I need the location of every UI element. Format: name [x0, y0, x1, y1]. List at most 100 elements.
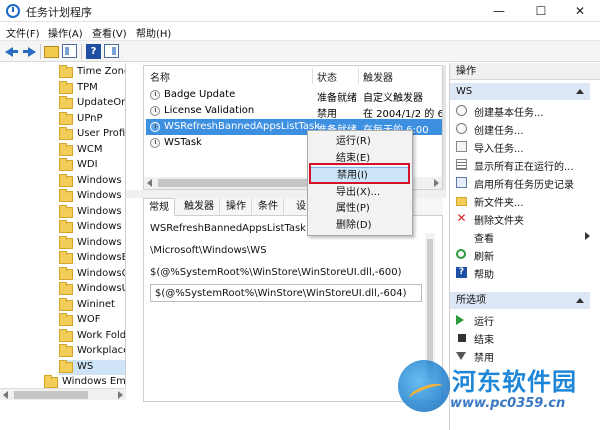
- scroll-thumb[interactable]: [14, 391, 88, 399]
- action-import-task[interactable]: 导入任务...: [456, 138, 592, 155]
- folder-icon: [59, 298, 73, 311]
- scroll-right-icon[interactable]: [118, 391, 123, 399]
- context-menu-export[interactable]: 导出(X)...: [310, 185, 410, 201]
- tree-item[interactable]: WOF: [59, 313, 125, 328]
- toolbar: ?: [0, 40, 600, 62]
- tree-item[interactable]: WCM: [59, 143, 125, 158]
- folder-icon: [59, 282, 73, 295]
- back-arrow-icon[interactable]: [4, 44, 20, 59]
- tree-item[interactable]: UPnP: [59, 112, 125, 127]
- folder-icon: [59, 143, 73, 156]
- close-button[interactable]: ✕: [560, 0, 600, 22]
- highlight-annotation-box: [309, 163, 410, 184]
- task-row[interactable]: License Validation 禁用 在 2004/1/2 的 6:0: [146, 103, 442, 120]
- task-author-field: $(@%SystemRoot%\WinStore\WinStoreUI.dll,…: [150, 267, 402, 278]
- actions-group-ws[interactable]: WS: [450, 83, 590, 100]
- clock-icon: [456, 123, 467, 134]
- stop-icon: [458, 334, 466, 342]
- task-list-vertical-scrollbar[interactable]: [443, 65, 446, 190]
- menu-action[interactable]: 操作(A): [48, 25, 83, 40]
- context-menu-delete[interactable]: 删除(D): [310, 218, 410, 234]
- folder-icon: [59, 205, 73, 218]
- scroll-thumb[interactable]: [158, 179, 308, 187]
- action-show-running[interactable]: 显示所有正在运行的...: [456, 156, 592, 173]
- folder-icon: [59, 251, 73, 264]
- maximize-button[interactable]: ☐: [521, 0, 561, 22]
- action-new-folder[interactable]: 新文件夹...: [456, 192, 592, 209]
- window-title: 任务计划程序: [26, 6, 92, 19]
- task-clock-icon: [150, 138, 160, 148]
- action-enable-history[interactable]: 启用所有任务历史记录: [456, 174, 592, 191]
- site-watermark: 河东软件园 www.pc0359.cn: [392, 358, 600, 424]
- menu-file[interactable]: 文件(F): [6, 25, 40, 40]
- action-refresh[interactable]: 刷新: [456, 246, 592, 263]
- column-divider[interactable]: [358, 68, 359, 84]
- context-menu-properties[interactable]: 属性(P): [310, 201, 410, 217]
- tree-item[interactable]: User Profil: [59, 127, 125, 142]
- task-description-field[interactable]: $(@%SystemRoot%\WinStore\WinStoreUI.dll,…: [150, 284, 422, 302]
- column-header-trigger[interactable]: 触发器: [363, 69, 393, 84]
- folder-icon: [59, 360, 73, 373]
- minimize-button[interactable]: —: [479, 0, 519, 22]
- delete-icon: ✕: [456, 211, 467, 225]
- folder-icon: [59, 158, 73, 171]
- tree-horizontal-scrollbar[interactable]: [0, 388, 126, 400]
- action-view[interactable]: 查看: [456, 228, 592, 245]
- scroll-right-icon[interactable]: [434, 179, 439, 187]
- tree-item[interactable]: UpdateOrc: [59, 96, 125, 111]
- collapse-caret-icon[interactable]: [576, 89, 584, 94]
- folder-icon: [59, 236, 73, 249]
- tree-item[interactable]: Windows E: [59, 205, 125, 220]
- tab-triggers[interactable]: 触发器: [179, 198, 220, 216]
- tree-item[interactable]: WindowsB: [59, 251, 125, 266]
- column-header-name[interactable]: 名称: [150, 69, 170, 84]
- forward-arrow-icon[interactable]: [22, 44, 38, 59]
- menu-help[interactable]: 帮助(H): [136, 25, 171, 40]
- toolbar-divider: [40, 44, 41, 59]
- tab-actions[interactable]: 操作: [221, 198, 252, 216]
- collapse-caret-icon[interactable]: [576, 298, 584, 303]
- folder-icon: [59, 127, 73, 140]
- tree-item[interactable]: Work Fold: [59, 329, 125, 344]
- folder-icon: [44, 375, 58, 388]
- menu-view[interactable]: 查看(V): [92, 25, 127, 40]
- actions-group-selected[interactable]: 所选项: [450, 292, 590, 309]
- action-delete-folder[interactable]: ✕ 删除文件夹: [456, 210, 592, 227]
- tab-general[interactable]: 常规: [143, 198, 175, 216]
- scroll-left-icon[interactable]: [3, 391, 8, 399]
- tree-item[interactable]: WDI: [59, 158, 125, 173]
- tree-item-windows-emb[interactable]: Windows Emb: [44, 375, 125, 389]
- tree-item[interactable]: Wininet: [59, 298, 125, 313]
- tree-item-ws[interactable]: WS: [59, 360, 125, 375]
- tree-item[interactable]: Windows A: [59, 174, 125, 189]
- column-divider[interactable]: [312, 68, 313, 84]
- tree-item[interactable]: Windows I: [59, 236, 125, 251]
- tab-conditions[interactable]: 条件: [253, 198, 284, 216]
- tree-item[interactable]: TPM: [59, 81, 125, 96]
- column-header-status[interactable]: 状态: [317, 69, 337, 84]
- action-help[interactable]: ? 帮助: [456, 264, 592, 281]
- clock-icon: [456, 105, 467, 116]
- folder-icon: [59, 344, 73, 357]
- folder-icon: [59, 220, 73, 233]
- tree-item[interactable]: WindowsU: [59, 282, 125, 297]
- scroll-left-icon[interactable]: [147, 179, 152, 187]
- folder-up-icon[interactable]: [44, 46, 59, 58]
- tree-item[interactable]: Windows F: [59, 220, 125, 235]
- folder-icon: [59, 112, 73, 125]
- tree-item[interactable]: WindowsC: [59, 267, 125, 282]
- show-actions-icon[interactable]: [104, 44, 119, 58]
- action-create-basic-task[interactable]: 创建基本任务...: [456, 102, 592, 119]
- tree-item[interactable]: Time Zone: [59, 65, 125, 80]
- tree-item[interactable]: Windows E: [59, 189, 125, 204]
- context-menu-run[interactable]: 运行(R): [310, 134, 410, 150]
- list-icon: [456, 159, 467, 170]
- tree-item[interactable]: Workplace: [59, 344, 125, 359]
- task-row[interactable]: Badge Update 准备就绪 自定义触发器: [146, 87, 442, 104]
- action-run[interactable]: 运行: [456, 311, 592, 328]
- action-create-task[interactable]: 创建任务...: [456, 120, 592, 137]
- action-end[interactable]: 结束: [456, 329, 592, 346]
- show-tree-icon[interactable]: [62, 44, 77, 58]
- folder-icon: [59, 96, 73, 109]
- help-icon[interactable]: ?: [86, 44, 101, 59]
